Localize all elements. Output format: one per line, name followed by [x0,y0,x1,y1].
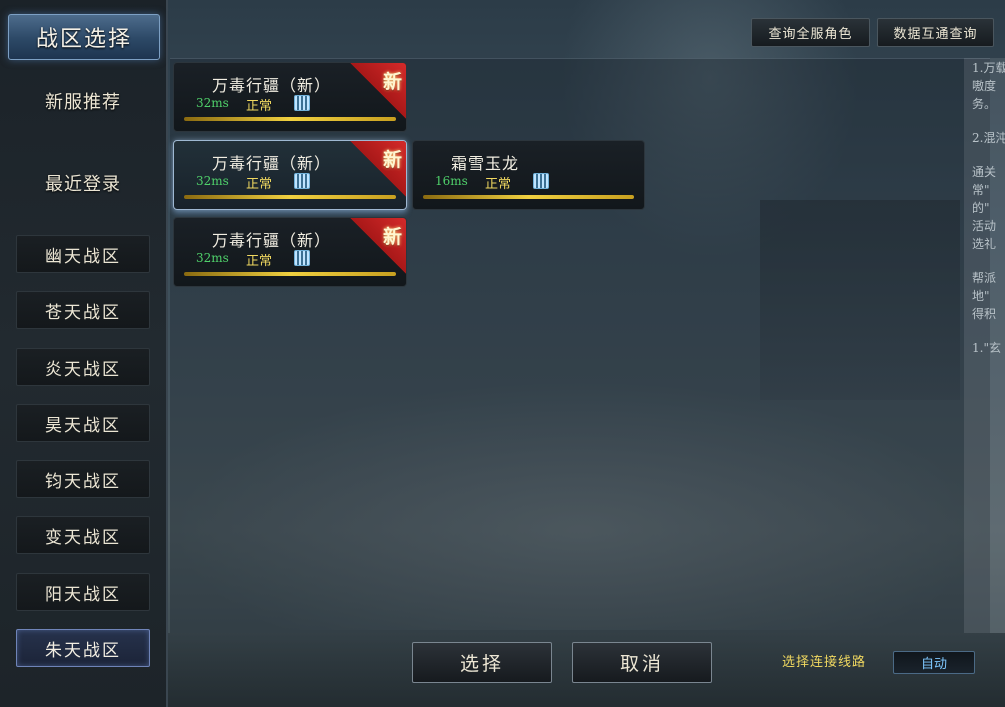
server-card-wandu-3[interactable]: 万毒行疆（新） 32ms 正常 新 [173,217,407,287]
signal-icon [294,95,310,111]
server-status: 正常 [485,177,512,192]
zone-sidebar: 战区选择 新服推荐 最近登录 幽天战区 苍天战区 炎天战区 昊天战区 钧天战区 … [0,0,168,707]
server-card-wandu-2[interactable]: 万毒行疆（新） 32ms 正常 新 [173,140,407,210]
new-badge-label: 新 [382,226,402,248]
server-ping: 16ms [435,174,468,188]
server-status: 正常 [246,99,273,114]
signal-icon [533,173,549,189]
zone-button-cangtian[interactable]: 苍天战区 [16,291,150,329]
info-line: 得积 [972,307,997,321]
server-card-wandu-1[interactable]: 万毒行疆（新） 32ms 正常 新 [173,62,407,132]
zone-button-yangtian[interactable]: 阳天战区 [16,573,150,611]
zone-button-zhutian[interactable]: 朱天战区 [16,629,150,667]
zone-button-biantian[interactable]: 变天战区 [16,516,150,554]
signal-icon [294,250,310,266]
event-info-panel: 1.万载 嗷度 务。 2.混沌 通关 常" 的" 活动 选礼 帮派 地" 得积 … [964,58,1005,633]
server-ping: 32ms [196,174,229,188]
info-line: 的" [972,201,990,215]
zone-button-juntian[interactable]: 钧天战区 [16,460,150,498]
select-button[interactable]: 选择 [412,642,552,683]
info-line: 2.混沌 [972,131,1005,145]
signal-icon [294,173,310,189]
query-all-roles-button[interactable]: 查询全服角色 [751,18,870,47]
server-name: 万毒行疆（新） [212,154,332,173]
server-ping: 32ms [196,251,229,265]
info-line: 地" [972,289,990,303]
info-line: 选礼 [972,237,997,251]
info-line: 1."玄 [972,341,1001,355]
info-line: 活动 [972,219,997,233]
info-line: 帮派 [972,271,997,285]
server-load-bar [423,195,634,199]
cancel-button[interactable]: 取消 [572,642,712,683]
info-line: 1.万载 [972,61,1005,75]
server-card-shuangxue[interactable]: 霜雪玉龙 16ms 正常 [412,140,645,210]
connection-line-label: 选择连接线路 [782,655,867,670]
server-status: 正常 [246,254,273,269]
data-interop-query-button[interactable]: 数据互通查询 [877,18,994,47]
server-name: 万毒行疆（新） [212,231,332,250]
info-line: 常" [972,183,990,197]
info-line: 嗷度 [972,79,997,93]
zone-button-yantian[interactable]: 炎天战区 [16,348,150,386]
new-badge-label: 新 [382,71,402,93]
sidebar-item-new-servers[interactable]: 新服推荐 [16,88,150,114]
info-line: 通关 [972,165,997,179]
connection-line-select[interactable]: 自动 [893,651,975,674]
server-status: 正常 [246,177,273,192]
zone-button-youtian[interactable]: 幽天战区 [16,235,150,273]
server-ping: 32ms [196,96,229,110]
server-name: 霜雪玉龙 [451,154,520,173]
new-badge-label: 新 [382,149,402,171]
page-title: 战区选择 [8,14,160,60]
server-name: 万毒行疆（新） [212,76,332,95]
zone-button-haotian[interactable]: 昊天战区 [16,404,150,442]
sidebar-item-recent-login[interactable]: 最近登录 [16,170,150,196]
info-line: 务。 [972,97,997,111]
